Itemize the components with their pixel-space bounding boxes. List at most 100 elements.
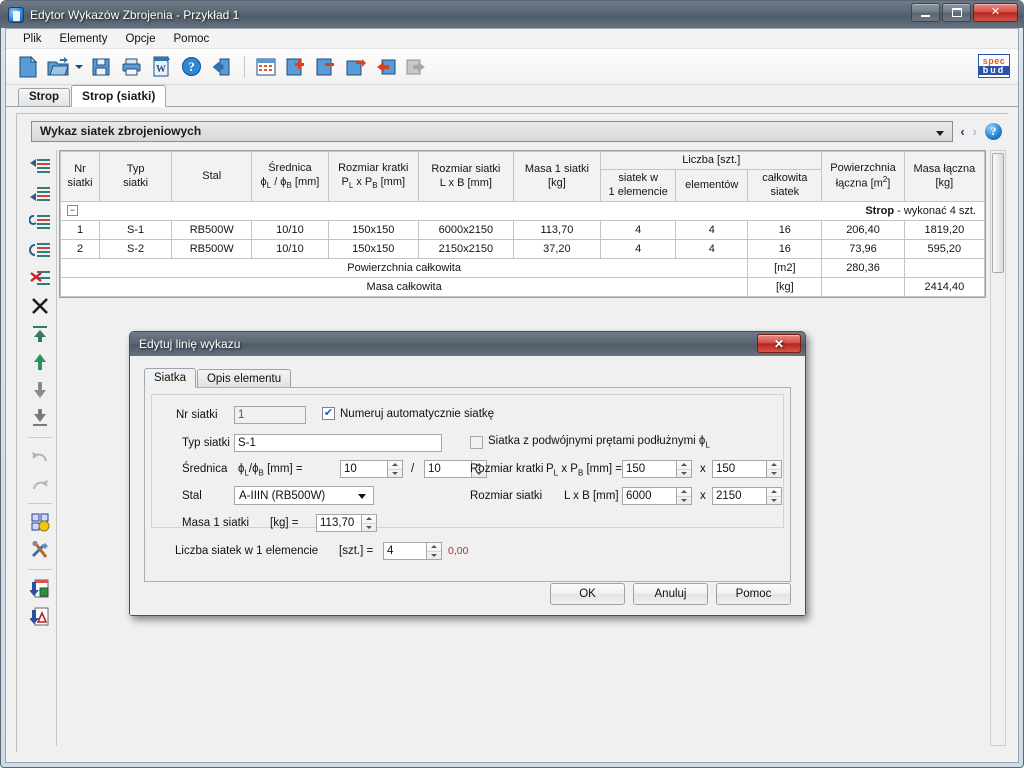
tab-strop[interactable]: Strop [18, 88, 71, 106]
siatka-l-stepper[interactable] [677, 487, 692, 505]
save-disk-icon[interactable] [87, 52, 115, 82]
refresh-row-icon[interactable] [27, 210, 53, 234]
specbud-logo: spec bud [978, 54, 1010, 78]
redo-icon[interactable] [27, 472, 53, 496]
export-word-icon[interactable]: W [147, 52, 175, 82]
table-row[interactable]: 1 S-1 RB500W 10/10 150x150 6000x2150 113… [59, 220, 986, 241]
srednica-b-input[interactable]: 10 [424, 460, 472, 478]
table-grid-icon[interactable] [252, 52, 280, 82]
menu-pomoc[interactable]: Pomoc [165, 31, 219, 47]
group-row[interactable]: − Strop - wykonać 4 szt. [60, 201, 985, 222]
move-right-icon[interactable] [402, 52, 430, 82]
double-bars-label: Siatka z podwójnymi prętami podłużnymi ϕ… [488, 435, 710, 450]
new-document-icon[interactable] [14, 52, 42, 82]
th-siatek-w-1-elemencie: siatek w 1 elemencie [600, 169, 677, 203]
collapse-group-icon[interactable]: − [67, 205, 78, 217]
row-tools-sidebar [23, 150, 57, 746]
help-icon[interactable]: ? [985, 122, 1002, 140]
auto-number-label: Numeruj automatycznie siatkę [340, 407, 495, 420]
export-excel-icon[interactable] [27, 576, 53, 600]
total-row-area: Masa całkowita [kg] 2414,40 [59, 277, 986, 298]
sidebar-separator-2 [27, 503, 52, 504]
checkbox-checked-icon[interactable]: ✔ [322, 407, 335, 420]
close-button[interactable]: ✕ [973, 3, 1018, 22]
label-typ-siatki: Typ siatki [182, 437, 230, 449]
menu-plik[interactable]: Plik [14, 31, 51, 47]
maximize-button[interactable] [942, 3, 971, 22]
th-masa-laczna: Masa łączna [kg] [903, 150, 986, 203]
label-siatka-unit: L x B [mm] = [564, 490, 629, 502]
ok-button[interactable]: OK [550, 583, 625, 605]
export-pdf-icon[interactable] [27, 604, 53, 628]
double-bars-checkbox-row[interactable]: Siatka z podwójnymi prętami podłużnymi ϕ… [470, 435, 710, 449]
auto-number-checkbox-row[interactable]: ✔ Numeruj automatycznie siatkę [322, 407, 494, 420]
masa-input[interactable]: 113,70 [316, 514, 362, 532]
menu-elementy[interactable]: Elementy [51, 31, 117, 47]
move-to-top-icon[interactable] [27, 322, 53, 346]
open-dropdown-caret-icon[interactable] [74, 52, 84, 82]
insert-row-below-icon[interactable] [27, 182, 53, 206]
move-to-bottom-icon[interactable] [27, 406, 53, 430]
siatka-separator: x [700, 490, 706, 502]
th-calkowita-siatek: całkowita siatek [747, 169, 823, 203]
add-row-icon[interactable] [282, 52, 310, 82]
prev-list-button[interactable]: ‹ [960, 124, 964, 139]
header-row-1: Nr siatki Typ siatki Stal Średnica ϕL / … [59, 150, 986, 203]
list-navigation: ‹ › [960, 124, 977, 139]
move-left-icon[interactable] [372, 52, 400, 82]
move-down-icon[interactable] [27, 378, 53, 402]
tools-icon[interactable] [27, 538, 53, 562]
list-header: Wykaz siatek zbrojeniowych ‹ › ? [31, 120, 1002, 142]
liczba-siatek-stepper[interactable] [427, 542, 442, 560]
table-row[interactable]: 2 S-2 RB500W 10/10 150x150 2150x2150 37,… [59, 239, 986, 260]
masa-stepper[interactable] [362, 514, 377, 532]
open-folder-icon[interactable] [44, 52, 72, 82]
settings-gear-icon[interactable] [27, 510, 53, 534]
edit-row-icon[interactable] [342, 52, 370, 82]
menu-opcje[interactable]: Opcje [116, 31, 164, 47]
cell-liczba-elementow: 4 [675, 239, 749, 260]
siatka-b-stepper[interactable] [767, 487, 782, 505]
help-icon[interactable]: ? [177, 52, 205, 82]
minimize-button[interactable] [911, 3, 940, 22]
kratka-pl-stepper[interactable] [677, 460, 692, 478]
dialog-tab-opis-elementu[interactable]: Opis elementu [196, 369, 292, 388]
remove-row-icon[interactable] [312, 52, 340, 82]
vertical-scrollbar[interactable] [990, 150, 1006, 746]
exit-icon[interactable] [207, 52, 235, 82]
typ-siatki-input[interactable]: S-1 [234, 434, 442, 452]
srednica-l-input[interactable]: 10 [340, 460, 388, 478]
cell-stal: RB500W [171, 239, 253, 260]
dialog-close-button[interactable]: ✕ [757, 334, 801, 353]
scrollbar-thumb[interactable] [992, 153, 1004, 273]
cancel-button[interactable]: Anuluj [633, 583, 708, 605]
list-selector-combo[interactable]: Wykaz siatek zbrojeniowych [31, 120, 954, 142]
insert-row-above-icon[interactable] [27, 154, 53, 178]
siatka-l-input[interactable]: 6000 [622, 487, 677, 505]
checkbox-unchecked-icon[interactable] [470, 435, 483, 449]
kratka-pb-stepper[interactable] [767, 460, 782, 478]
cell-masa: 1819,20 [903, 220, 986, 241]
insert-row-left-icon[interactable] [27, 238, 53, 262]
nr-siatki-input[interactable]: 1 [234, 406, 306, 424]
liczba-siatek-input[interactable]: 4 [383, 542, 427, 560]
srednica-l-stepper[interactable] [388, 460, 403, 478]
print-icon[interactable] [117, 52, 145, 82]
undo-icon[interactable] [27, 444, 53, 468]
delete-row-icon[interactable] [27, 294, 53, 318]
kratka-pb-input[interactable]: 150 [712, 460, 767, 478]
siatka-b-input[interactable]: 2150 [712, 487, 767, 505]
svg-text:W: W [156, 64, 166, 75]
dialog-tab-siatka[interactable]: Siatka [144, 368, 196, 388]
cell-masa1: 113,70 [512, 220, 602, 241]
kratka-pl-input[interactable]: 150 [622, 460, 677, 478]
total-label: Powierzchnia całkowita [59, 258, 749, 279]
help-button[interactable]: Pomoc [716, 583, 791, 605]
cut-row-icon[interactable] [27, 266, 53, 290]
label-masa-unit: [kg] = [270, 517, 299, 529]
table-body: − Strop - wykonać 4 szt. 1 S-1 RB500W 10… [59, 201, 986, 298]
tab-strop-siatki[interactable]: Strop (siatki) [71, 85, 167, 107]
stal-select[interactable]: A-IIIN (RB500W) [234, 486, 374, 505]
next-list-button[interactable]: › [973, 124, 977, 139]
move-up-icon[interactable] [27, 350, 53, 374]
